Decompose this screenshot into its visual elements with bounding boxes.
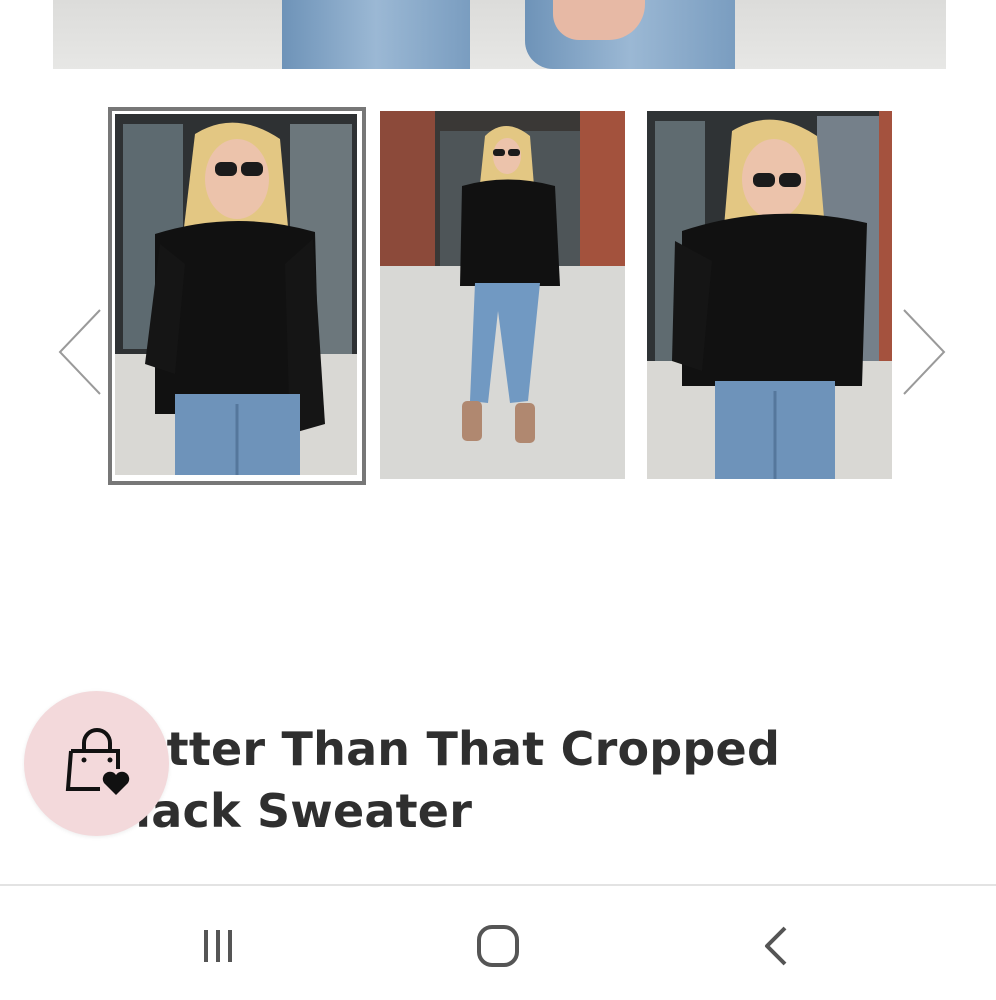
thumbnail-2[interactable] <box>380 111 625 479</box>
home-button[interactable] <box>468 916 528 976</box>
gallery-prev-button[interactable] <box>56 308 104 396</box>
chevron-right-icon <box>903 309 946 395</box>
recent-apps-icon <box>204 930 232 962</box>
wishlist-button[interactable] <box>24 691 169 836</box>
thumbnail-image <box>647 111 892 479</box>
shopping-bag-heart-icon <box>65 727 129 795</box>
main-product-image[interactable] <box>53 0 946 69</box>
thumbnail-3[interactable] <box>647 111 892 479</box>
gallery-next-button[interactable] <box>900 308 948 396</box>
system-navigation-bar <box>0 884 996 1000</box>
product-page: Better Than That Cropped Black Sweater <box>0 0 996 1000</box>
home-icon <box>477 925 519 967</box>
back-button[interactable] <box>747 916 807 976</box>
chevron-left-icon <box>58 309 101 395</box>
recent-apps-button[interactable] <box>188 916 248 976</box>
back-icon <box>765 926 787 966</box>
image-detail <box>282 0 470 69</box>
thumbnail-image <box>115 114 357 475</box>
product-title: Better Than That Cropped Black Sweater <box>100 722 781 838</box>
thumbnail-1[interactable] <box>115 114 357 475</box>
thumbnail-image <box>380 111 625 479</box>
